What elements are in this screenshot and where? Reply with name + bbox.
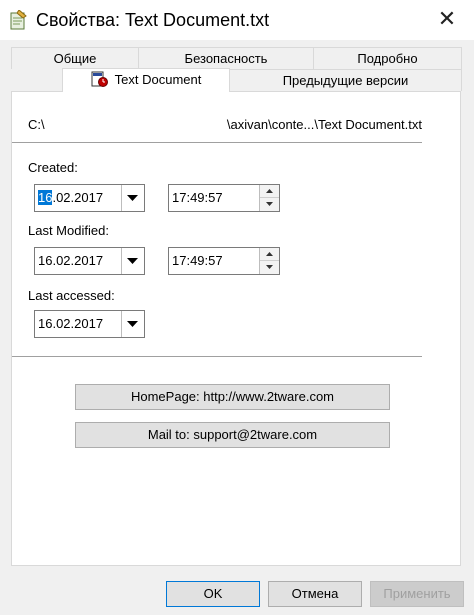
divider-bottom xyxy=(12,356,422,357)
notepad-document-icon xyxy=(9,9,27,30)
created-date-picker[interactable]: 16.02.2017 xyxy=(34,184,145,212)
spin-up-icon[interactable] xyxy=(260,248,279,261)
tab-details[interactable]: Подробно xyxy=(313,47,462,69)
spin-up-icon[interactable] xyxy=(260,185,279,198)
window-title: Свойства: Text Document.txt xyxy=(36,10,270,30)
title-bar: Свойства: Text Document.txt ✕ xyxy=(0,0,474,40)
created-date-rest: .02.2017 xyxy=(52,190,104,205)
tab-text-document-label: Text Document xyxy=(114,72,202,87)
chevron-down-icon[interactable] xyxy=(121,311,144,337)
modified-date-picker[interactable]: 16.02.2017 xyxy=(34,247,145,275)
file-path-start: C:\ xyxy=(28,117,45,132)
created-date-selected: 16 xyxy=(38,190,53,205)
tab-text-document[interactable]: Text Document xyxy=(62,68,230,92)
file-path-end: \axivan\conte...\Text Document.txt xyxy=(226,117,422,132)
divider-top xyxy=(12,142,422,143)
accessed-label: Last accessed: xyxy=(28,288,115,303)
modified-time-field[interactable]: 17:49:57 xyxy=(168,247,280,275)
tab-previous-versions[interactable]: Предыдущие версии xyxy=(229,69,462,91)
mail-button[interactable]: Mail to: support@2tware.com xyxy=(75,422,390,448)
chevron-down-icon[interactable] xyxy=(121,185,144,211)
tab-panel: C:\ \axivan\conte...\Text Document.txt C… xyxy=(11,91,461,566)
close-button[interactable]: ✕ xyxy=(428,4,466,36)
homepage-button[interactable]: HomePage: http://www.2tware.com xyxy=(75,384,390,410)
apply-button[interactable]: Применить xyxy=(370,581,464,607)
modified-label: Last Modified: xyxy=(28,223,109,238)
created-label: Created: xyxy=(28,160,78,175)
tab-security[interactable]: Безопасность xyxy=(138,47,314,69)
document-clock-icon xyxy=(91,71,109,87)
modified-time-spinner[interactable] xyxy=(259,248,279,274)
accessed-date-value: 16.02.2017 xyxy=(38,316,104,331)
created-time-field[interactable]: 17:49:57 xyxy=(168,184,280,212)
modified-time-value: 17:49:57 xyxy=(172,253,223,268)
accessed-date-picker[interactable]: 16.02.2017 xyxy=(34,310,145,338)
chevron-down-icon[interactable] xyxy=(121,248,144,274)
created-time-value: 17:49:57 xyxy=(172,190,223,205)
properties-dialog: Общие Безопасность Подробно Text Documen… xyxy=(0,40,474,615)
ok-button[interactable]: OK xyxy=(166,581,260,607)
spin-down-icon[interactable] xyxy=(260,198,279,211)
spin-down-icon[interactable] xyxy=(260,261,279,274)
modified-date-value: 16.02.2017 xyxy=(38,253,104,268)
created-time-spinner[interactable] xyxy=(259,185,279,211)
tab-general[interactable]: Общие xyxy=(11,47,139,69)
cancel-button[interactable]: Отмена xyxy=(268,581,362,607)
